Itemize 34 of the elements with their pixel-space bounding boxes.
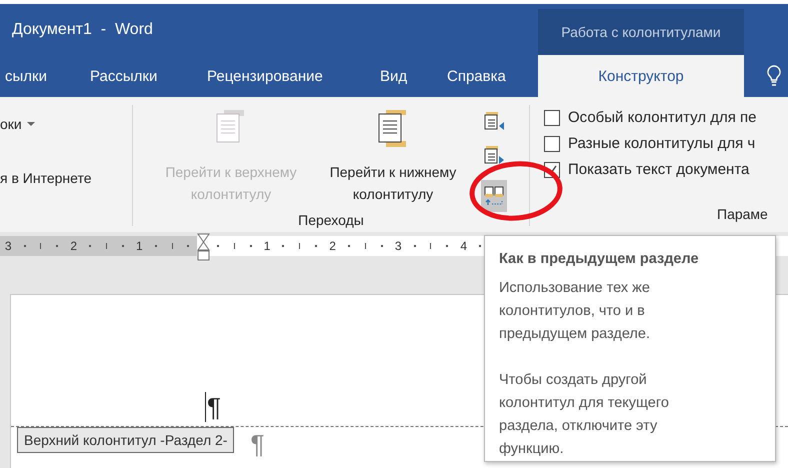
- lightbulb-icon: [766, 65, 782, 87]
- ruler-number: 3: [0, 236, 16, 256]
- checkbox-label: Особый колонтитул для пе: [568, 109, 757, 126]
- window-title: Документ1 - Word: [11, 20, 154, 38]
- checkbox[interactable]: [544, 136, 560, 152]
- checkbox-label: Разные колонтитулы для ч: [568, 135, 756, 152]
- tooltip-text: Использование тех же колонтитулов, что и в предыдущем разделе.: [499, 279, 651, 344]
- navigation-button[interactable]: Перейти к нижнему колонтитулу: [319, 105, 467, 212]
- paragraph-mark: ¶: [250, 429, 264, 459]
- ribbon-tab[interactable]: Справка: [447, 55, 538, 97]
- tooltip-text: Чтобы создать другой колонтитул для текущего раздела, отключите эту функцию.: [499, 371, 670, 459]
- ruler-number: 2: [66, 236, 82, 256]
- paragraph-mark: ¶: [205, 392, 221, 422]
- ribbon-command[interactable]: я в Интернете: [0, 170, 92, 186]
- ruler-number: 1: [131, 236, 148, 256]
- group-label: Параме: [716, 206, 769, 224]
- header-section-label: Верхний колонтитул -Раздел 2-: [17, 427, 234, 453]
- caret-icon: [26, 122, 35, 126]
- ruler-number: 3: [394, 238, 403, 255]
- checkbox[interactable]: [544, 110, 560, 126]
- tooltip-title: Как в предыдущем разделе: [499, 250, 700, 269]
- ruler-number: 2: [328, 238, 337, 255]
- ruler-number: 1: [262, 238, 272, 255]
- ribbon-tab[interactable]: Вид: [380, 55, 447, 97]
- checkbox-label: Показать текст документа: [568, 161, 750, 178]
- link-to-previous-button[interactable]: [481, 180, 507, 212]
- ruler-number: 4: [459, 238, 468, 255]
- ribbon-command[interactable]: оки: [0, 116, 22, 132]
- context-header: Работа с колонтитулами: [538, 9, 744, 55]
- ribbon-tab[interactable]: Рецензирование: [207, 55, 380, 97]
- group-label: Переходы: [297, 212, 365, 228]
- ribbon-tab[interactable]: Рассылки: [90, 55, 207, 97]
- ribbon-tab[interactable]: сылки: [5, 55, 90, 97]
- ribbon-tab[interactable]: Конструктор: [538, 55, 744, 97]
